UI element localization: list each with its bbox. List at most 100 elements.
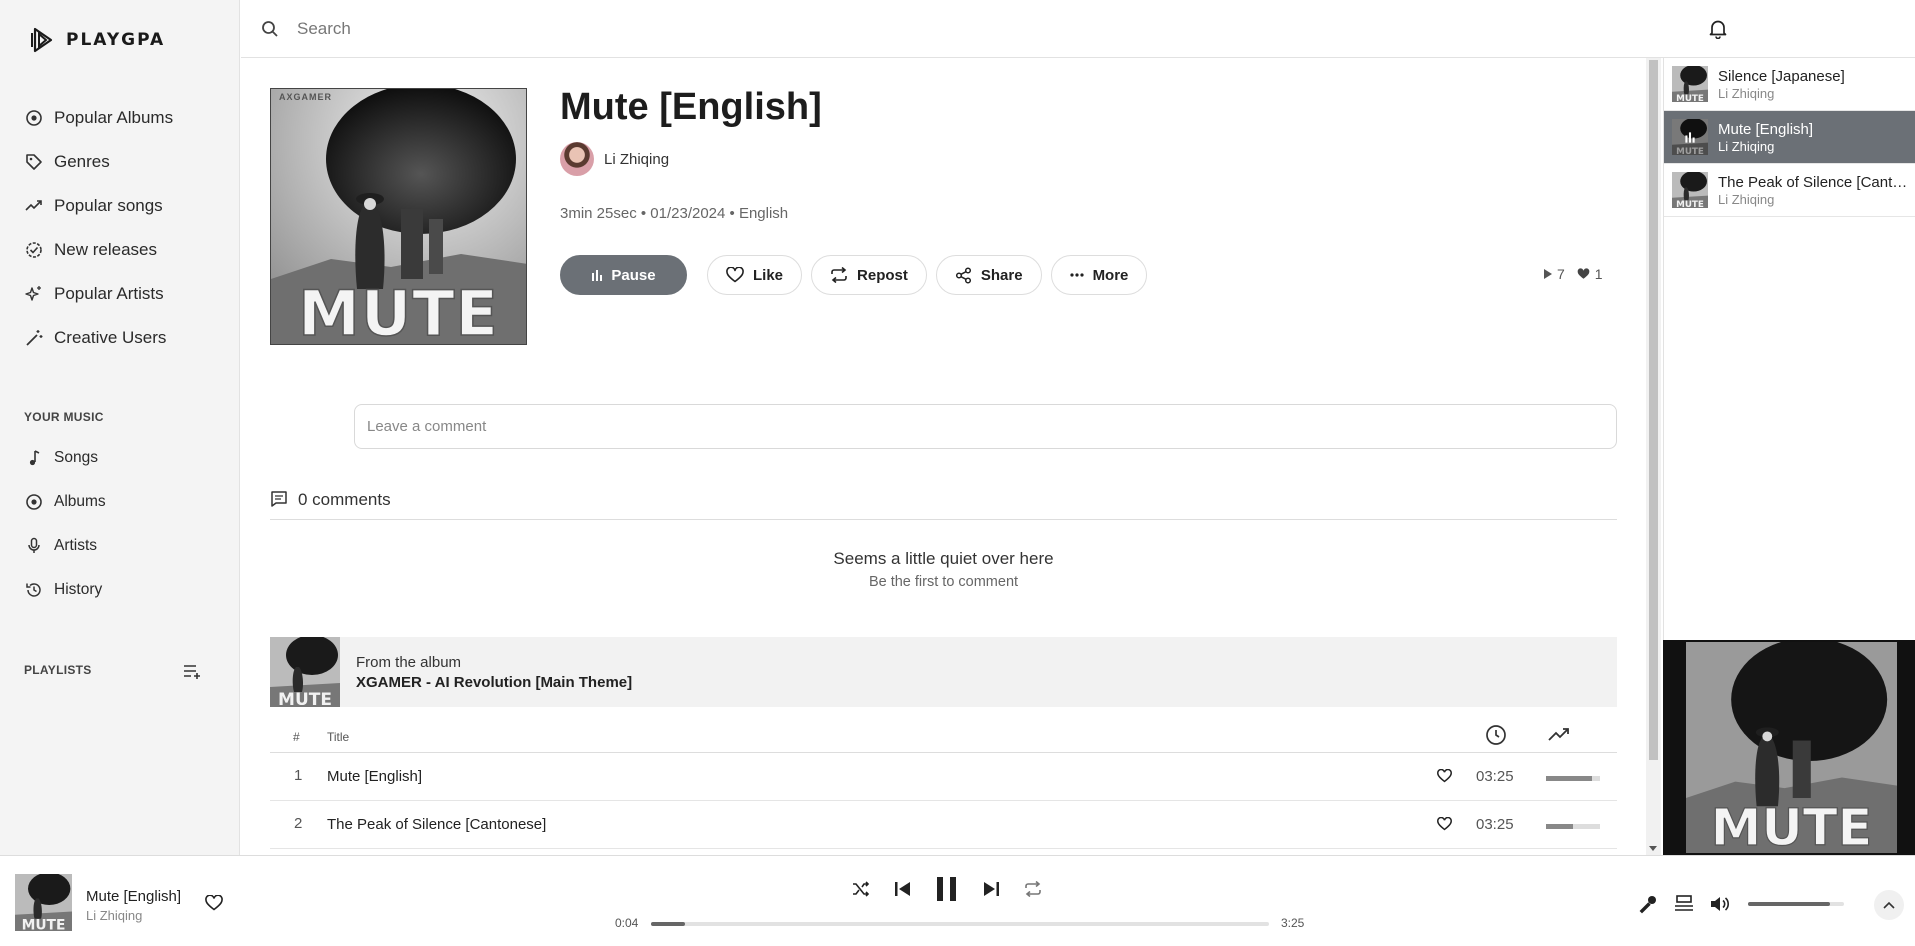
volume-slider[interactable] bbox=[1748, 902, 1844, 906]
volume-icon[interactable] bbox=[1710, 895, 1732, 913]
music-note-icon bbox=[24, 448, 44, 468]
progress-fill bbox=[651, 922, 685, 926]
microphone-lyrics-icon[interactable] bbox=[1638, 894, 1658, 914]
track-number: 1 bbox=[294, 767, 303, 784]
heart-outline-icon[interactable] bbox=[205, 895, 223, 911]
nav-genres[interactable]: Genres bbox=[0, 140, 240, 184]
repeat-icon[interactable] bbox=[1024, 881, 1042, 897]
share-button[interactable]: Share bbox=[935, 255, 1042, 295]
queue-thumbnail: MUTE bbox=[1672, 172, 1708, 208]
now-playing-artist[interactable]: Li Zhiqing bbox=[86, 908, 142, 923]
bell-icon[interactable] bbox=[1709, 19, 1727, 39]
like-button[interactable]: Like bbox=[707, 255, 803, 295]
nav-label: Popular songs bbox=[54, 196, 163, 215]
song-title: Mute [English] bbox=[560, 86, 822, 128]
cover-title-text: MUTE bbox=[297, 276, 499, 345]
plays-count: 7 bbox=[1557, 266, 1565, 282]
svg-text:MUTE: MUTE bbox=[278, 690, 332, 707]
progress-bar[interactable] bbox=[651, 922, 1269, 926]
add-playlist-icon[interactable] bbox=[183, 664, 203, 680]
nav-label: Creative Users bbox=[54, 328, 167, 347]
comments-header: 0 comments bbox=[270, 490, 1617, 520]
queue-list-icon[interactable] bbox=[1674, 895, 1694, 913]
queue-item-active[interactable]: MUTE Mute [English] Li Zhiqing bbox=[1664, 111, 1915, 164]
scrollbar-thumb[interactable] bbox=[1649, 60, 1658, 760]
nav-popular-artists[interactable]: Popular Artists bbox=[0, 272, 240, 316]
search-input[interactable] bbox=[297, 14, 997, 44]
artist-link[interactable]: Li Zhiqing bbox=[560, 142, 669, 176]
share-icon bbox=[955, 266, 972, 284]
empty-comments-title: Seems a little quiet over here bbox=[833, 549, 1054, 568]
shuffle-icon[interactable] bbox=[852, 881, 870, 897]
nav-label: Albums bbox=[54, 493, 106, 510]
header-number: # bbox=[293, 730, 300, 744]
expand-player-button[interactable] bbox=[1874, 890, 1904, 920]
queue-item[interactable]: MUTE Silence [Japanese] Li Zhiqing bbox=[1664, 58, 1915, 111]
popularity-bar bbox=[1546, 776, 1600, 781]
album-card[interactable]: MUTE From the album XGAMER - AI Revoluti… bbox=[270, 637, 1617, 707]
total-time: 3:25 bbox=[1281, 916, 1305, 930]
top-bar bbox=[241, 0, 1915, 58]
heart-outline-icon[interactable] bbox=[1437, 769, 1452, 783]
comments-count: 0 comments bbox=[298, 490, 391, 509]
queue-item[interactable]: MUTE The Peak of Silence [Cantonese] Li … bbox=[1664, 164, 1915, 217]
volume-fill bbox=[1748, 902, 1830, 906]
heart-icon bbox=[1577, 268, 1590, 280]
queue-thumbnail: MUTE bbox=[1672, 119, 1708, 155]
pause-button[interactable]: Pause bbox=[560, 255, 687, 295]
badge-check-icon bbox=[24, 240, 44, 260]
track-table-header: # Title bbox=[270, 721, 1617, 753]
your-music-title: YOUR MUSIC bbox=[24, 410, 104, 424]
nav-songs[interactable]: Songs bbox=[0, 436, 240, 480]
queue-thumbnail: MUTE bbox=[1672, 66, 1708, 102]
now-playing-title[interactable]: Mute [English] bbox=[86, 888, 181, 905]
nav-label: Popular Albums bbox=[54, 108, 174, 127]
nav-history[interactable]: History bbox=[0, 568, 240, 612]
song-meta: 3min 25sec • 01/23/2024 • English bbox=[560, 205, 789, 222]
nav-artists[interactable]: Artists bbox=[0, 524, 240, 568]
clock-icon bbox=[1484, 723, 1508, 747]
scroll-down-arrow-icon[interactable] bbox=[1649, 846, 1657, 851]
nav-new-releases[interactable]: New releases bbox=[0, 228, 240, 272]
track-row[interactable]: 1 Mute [English] 03:25 bbox=[270, 753, 1617, 801]
nav-popular-albums[interactable]: Popular Albums bbox=[0, 96, 240, 140]
microphone-icon bbox=[24, 536, 44, 556]
track-row[interactable]: 2 The Peak of Silence [Cantonese] 03:25 bbox=[270, 801, 1617, 849]
nav-label: Popular Artists bbox=[54, 284, 164, 303]
heart-outline-icon[interactable] bbox=[1437, 817, 1452, 831]
more-button[interactable]: More bbox=[1050, 255, 1148, 295]
brand-logo[interactable]: PLAYGPA bbox=[30, 26, 165, 54]
action-bar: Pause Like Repost Share More bbox=[560, 255, 1148, 295]
track-duration: 03:25 bbox=[1476, 768, 1514, 785]
trending-up-icon bbox=[1547, 723, 1571, 747]
sidebar: PLAYGPA Popular Albums Genres Popular so… bbox=[0, 0, 240, 855]
comment-icon bbox=[270, 490, 288, 508]
track-duration: 03:25 bbox=[1476, 816, 1514, 833]
repost-button[interactable]: Repost bbox=[811, 255, 927, 295]
album-text: From the album XGAMER - AI Revolution [M… bbox=[356, 654, 632, 691]
nav-albums[interactable]: Albums bbox=[0, 480, 240, 524]
chevron-up-icon bbox=[1883, 901, 1895, 909]
queue-text: Mute [English] Li Zhiqing bbox=[1718, 121, 1908, 154]
queue-title: The Peak of Silence [Cantonese] bbox=[1718, 173, 1908, 191]
next-icon[interactable] bbox=[982, 881, 1000, 897]
heart-outline-icon bbox=[726, 267, 744, 283]
tag-icon bbox=[24, 152, 44, 172]
track-title: The Peak of Silence [Cantonese] bbox=[327, 816, 547, 833]
nav-label: New releases bbox=[54, 240, 157, 259]
disc-icon bbox=[24, 108, 44, 128]
queue-artist: Li Zhiqing bbox=[1718, 191, 1775, 207]
sparkles-icon bbox=[24, 284, 44, 304]
likes-stat: 1 bbox=[1577, 266, 1603, 282]
nav-label: History bbox=[54, 581, 103, 598]
nav-creative-users[interactable]: Creative Users bbox=[0, 316, 240, 360]
now-playing-thumbnail[interactable]: MUTE bbox=[15, 874, 72, 931]
popularity-bar bbox=[1546, 824, 1600, 829]
artwork-title-text: MUTE bbox=[1710, 798, 1873, 853]
comment-input[interactable]: Leave a comment bbox=[354, 404, 1617, 449]
nav-popular-songs[interactable]: Popular songs bbox=[0, 184, 240, 228]
queue-artist: Li Zhiqing bbox=[1718, 85, 1775, 101]
previous-icon[interactable] bbox=[894, 881, 912, 897]
pause-icon[interactable] bbox=[936, 876, 958, 902]
main-scrollbar[interactable] bbox=[1646, 58, 1661, 855]
